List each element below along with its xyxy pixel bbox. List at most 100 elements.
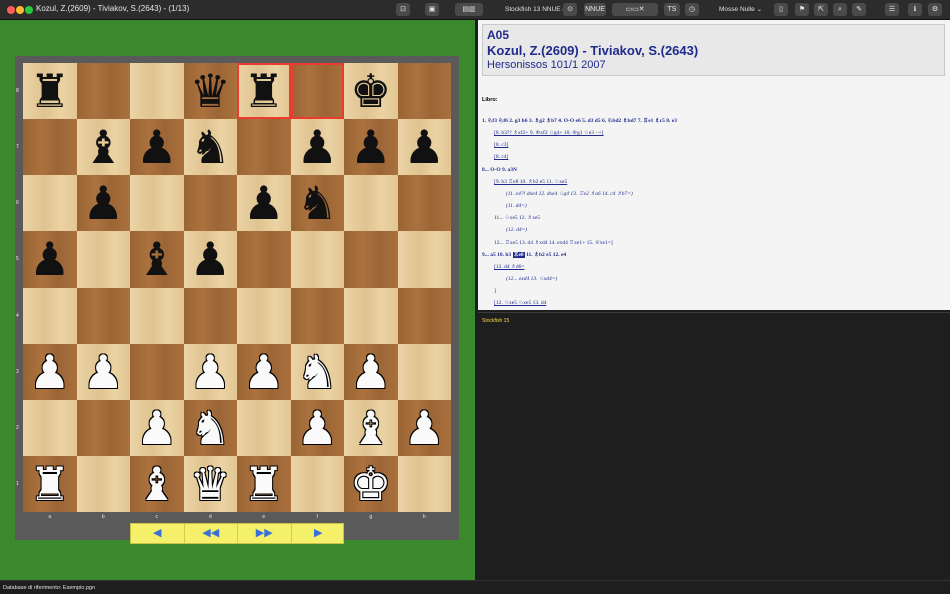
square-f8[interactable] <box>290 63 344 120</box>
engine-select[interactable]: Stockfish 13 NNUE ◇ <box>505 5 567 13</box>
square-a4[interactable] <box>23 287 77 344</box>
white-pawn-icon[interactable]: ♟ <box>398 400 452 456</box>
square-b8[interactable] <box>76 63 130 120</box>
square-g6[interactable] <box>344 175 398 232</box>
move-text[interactable]: 9... a5 10. b3 <box>482 252 513 258</box>
square-b4[interactable] <box>76 287 130 344</box>
flag-icon[interactable]: ⚑ <box>795 3 809 16</box>
square-b5[interactable] <box>76 231 130 288</box>
variation-line[interactable]: 11... ♘xe5 12. ♗xe5 <box>494 215 540 221</box>
square-c8[interactable] <box>130 63 184 120</box>
next-move-button[interactable]: ▶ <box>292 524 346 543</box>
book-icon[interactable]: ▯ <box>774 3 788 16</box>
current-move[interactable]: ♖e8 <box>512 251 525 258</box>
variation-line[interactable]: [9. b3 ♖e8 10. ♗b2 e5 11. ♘xe5 <box>494 179 567 185</box>
info-icon[interactable]: ℹ <box>908 3 922 16</box>
white-bishop-icon[interactable]: ♝ <box>130 456 184 512</box>
black-pawn-icon[interactable]: ♟ <box>130 119 184 175</box>
square-d6[interactable] <box>183 175 237 232</box>
mainline-moves[interactable]: 1. ♘f3 ♘f6 2. g3 b6 3. ♗g2 ♗b7 4. O-O e6… <box>482 118 677 124</box>
white-knight-icon[interactable]: ♞ <box>184 400 238 456</box>
square-e2[interactable] <box>237 399 291 456</box>
white-pawn-icon[interactable]: ♟ <box>77 344 131 400</box>
black-pawn-icon[interactable]: ♟ <box>291 119 345 175</box>
black-pawn-icon[interactable]: ♟ <box>23 231 77 287</box>
variation-line[interactable]: [12. d4 ♗d6= <box>494 264 525 270</box>
pen-icon[interactable]: ✎ <box>852 3 866 16</box>
white-pawn-icon[interactable]: ♟ <box>130 400 184 456</box>
white-bishop-icon[interactable]: ♝ <box>344 400 398 456</box>
white-pawn-icon[interactable]: ♟ <box>184 344 238 400</box>
engine-settings-icon[interactable]: ⊙ <box>563 3 577 16</box>
close-window-button[interactable] <box>7 6 15 14</box>
square-g5[interactable] <box>344 231 398 288</box>
first-move-button[interactable]: ◀◀ <box>185 524 238 543</box>
layout-toggle-icon[interactable]: ▤▥ <box>455 3 483 16</box>
black-knight-icon[interactable]: ♞ <box>291 175 345 231</box>
last-move-button[interactable]: ▶▶ <box>238 524 292 543</box>
black-rook-icon[interactable]: ♜ <box>237 63 291 119</box>
variation-line[interactable]: (12... exd4 13. ♘xd4=) <box>506 276 557 282</box>
black-queen-icon[interactable]: ♛ <box>184 63 238 119</box>
white-king-icon[interactable]: ♚ <box>344 456 398 512</box>
engine-controls-icon[interactable]: ▭▭✕ <box>612 3 658 16</box>
variation-line[interactable]: [8. c4] <box>494 154 508 160</box>
white-pawn-icon[interactable]: ♟ <box>291 400 345 456</box>
black-bishop-icon[interactable]: ♝ <box>77 119 131 175</box>
square-e4[interactable] <box>237 287 291 344</box>
square-g4[interactable] <box>344 287 398 344</box>
square-h8[interactable] <box>397 63 451 120</box>
black-pawn-icon[interactable]: ♟ <box>77 175 131 231</box>
clock-icon[interactable]: ◷ <box>685 3 699 16</box>
mainline-moves[interactable]: 9... a5 10. b3 ♖e8 11. ♗b2 e5 12. e4 <box>482 251 566 258</box>
black-king-icon[interactable]: ♚ <box>344 63 398 119</box>
square-d4[interactable] <box>183 287 237 344</box>
white-pawn-icon[interactable]: ♟ <box>237 344 291 400</box>
white-knight-icon[interactable]: ♞ <box>291 344 345 400</box>
pointer-icon[interactable]: ⇱ <box>814 3 828 16</box>
black-pawn-icon[interactable]: ♟ <box>398 119 452 175</box>
square-c6[interactable] <box>130 175 184 232</box>
gear-icon[interactable]: ⚙ <box>928 3 942 16</box>
black-knight-icon[interactable]: ♞ <box>184 119 238 175</box>
list-icon[interactable]: ☰ <box>885 3 899 16</box>
previous-move-button[interactable]: ◀ <box>131 524 185 543</box>
white-queen-icon[interactable]: ♛ <box>184 456 238 512</box>
square-a7[interactable] <box>23 119 77 176</box>
square-f4[interactable] <box>290 287 344 344</box>
black-pawn-icon[interactable]: ♟ <box>184 231 238 287</box>
variation-line[interactable]: [12. ♘xe5 ♘xe5 13. d4 <box>494 300 546 306</box>
white-rook-icon[interactable]: ♜ <box>23 456 77 512</box>
square-b2[interactable] <box>76 399 130 456</box>
black-pawn-icon[interactable]: ♟ <box>237 175 291 231</box>
nnue-button[interactable]: NNUE <box>584 3 606 16</box>
square-e7[interactable] <box>237 119 291 176</box>
square-f5[interactable] <box>290 231 344 288</box>
white-pawn-icon[interactable]: ♟ <box>344 344 398 400</box>
black-bishop-icon[interactable]: ♝ <box>130 231 184 287</box>
minimize-window-button[interactable] <box>16 6 24 14</box>
square-c3[interactable] <box>130 343 184 400</box>
variation-line[interactable]: (11. d4=) <box>506 203 527 209</box>
square-f1[interactable] <box>290 455 344 512</box>
variation-line[interactable]: 12... ♖xe5 13. d4 ♗xd4 14. exd4 ♖xe1+ 15… <box>494 240 613 246</box>
mainline-moves[interactable]: 8... O-O 9. a3N <box>482 167 517 173</box>
ts-button[interactable]: TS <box>664 3 680 16</box>
square-h4[interactable] <box>397 287 451 344</box>
search-icon[interactable]: ⌕ <box>833 3 847 16</box>
square-a6[interactable] <box>23 175 77 232</box>
variation-line[interactable]: ] <box>494 288 496 294</box>
variation-line[interactable]: [8. b3?? ♗xf2+ 9. ♔xf2 ♘g4+ 10. ♔g1 ♘e3 … <box>494 130 603 136</box>
zoom-window-button[interactable] <box>25 6 33 14</box>
square-c4[interactable] <box>130 287 184 344</box>
white-pawn-icon[interactable]: ♟ <box>23 344 77 400</box>
square-h6[interactable] <box>397 175 451 232</box>
variation-line[interactable]: (11. e4?! dxe4 12. dxe4 ♘g4 13. ♖e2 ♗a6 … <box>506 191 633 197</box>
square-a2[interactable] <box>23 399 77 456</box>
mode-select[interactable]: Mosse Nulle ⌄ <box>719 5 762 13</box>
black-pawn-icon[interactable]: ♟ <box>344 119 398 175</box>
board-view-icon[interactable]: ▣ <box>425 3 439 16</box>
move-text[interactable]: 11. ♗b2 e5 12. e4 <box>525 252 566 258</box>
square-h1[interactable] <box>397 455 451 512</box>
white-rook-icon[interactable]: ♜ <box>237 456 291 512</box>
